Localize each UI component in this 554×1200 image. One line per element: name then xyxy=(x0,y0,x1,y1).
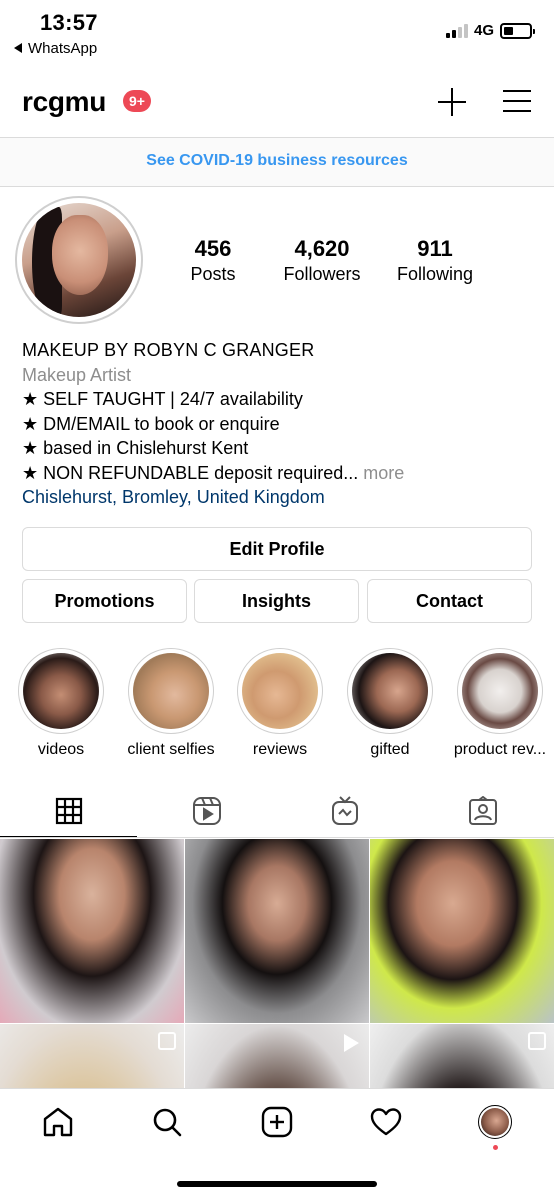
nav-home[interactable] xyxy=(41,1105,75,1139)
grid-icon xyxy=(55,797,83,825)
stat-label: Following xyxy=(396,264,474,284)
hamburger-menu-icon[interactable] xyxy=(503,90,531,112)
home-indicator[interactable] xyxy=(177,1181,377,1187)
bio-line: ★ DM/EMAIL to book or enquire xyxy=(22,413,280,434)
highlight-label: reviews xyxy=(252,741,308,758)
nav-search[interactable] xyxy=(150,1105,184,1139)
notification-badge: 9+ xyxy=(123,90,151,112)
grid-post[interactable] xyxy=(370,1024,554,1091)
profile-avatar[interactable] xyxy=(15,196,143,324)
profile-content-tabs xyxy=(0,785,554,837)
search-icon xyxy=(153,1108,182,1137)
back-to-app-link[interactable]: WhatsApp xyxy=(14,40,97,57)
heart-icon xyxy=(370,1108,402,1136)
bio-line: ★ based in Chislehurst Kent xyxy=(22,438,249,458)
nav-profile[interactable] xyxy=(478,1105,512,1139)
notification-dot xyxy=(493,1145,498,1150)
more-link[interactable]: more xyxy=(363,463,404,483)
covid-resources-link[interactable]: See COVID-19 business resources xyxy=(0,138,554,186)
banner-divider xyxy=(0,186,554,187)
grid-post[interactable] xyxy=(0,839,184,1023)
back-arrow-icon xyxy=(14,43,22,53)
tab-igtv[interactable] xyxy=(276,785,414,837)
profile-name: MAKEUP BY ROBYN C GRANGER xyxy=(22,340,315,360)
status-bar: 13:57 WhatsApp 4G xyxy=(0,0,554,68)
story-highlight-product-reviews[interactable]: product rev... xyxy=(445,648,554,759)
status-time: 13:57 xyxy=(40,10,98,35)
username-switcher[interactable]: rcgmu xyxy=(22,86,106,118)
back-app-label: WhatsApp xyxy=(28,40,98,57)
tab-posts-grid[interactable] xyxy=(0,785,138,837)
carousel-icon xyxy=(528,1032,546,1050)
battery-icon xyxy=(500,22,535,39)
highlight-label: videos xyxy=(37,741,85,758)
nav-new-post[interactable] xyxy=(260,1105,294,1139)
reels-icon xyxy=(193,797,221,825)
story-highlight-gifted[interactable]: gifted xyxy=(335,648,445,759)
carousel-icon xyxy=(158,1032,176,1050)
highlight-label: gifted xyxy=(370,741,410,758)
stat-followers[interactable]: 4,620 Followers xyxy=(268,236,376,285)
bio-line: ★ NON REFUNDABLE deposit required... xyxy=(22,462,359,483)
stat-posts[interactable]: 456 Posts xyxy=(160,236,266,285)
network-type: 4G xyxy=(473,22,494,39)
story-highlight-videos[interactable]: videos xyxy=(6,648,116,759)
tab-tagged[interactable] xyxy=(414,785,552,837)
bio-line: ★ SELF TAUGHT | 24/7 availability xyxy=(22,389,303,409)
tagged-icon xyxy=(469,796,497,825)
signal-icon xyxy=(445,23,468,38)
profile-avatar-icon xyxy=(481,1108,509,1136)
contact-button[interactable]: Contact xyxy=(367,579,532,623)
nav-activity[interactable] xyxy=(369,1105,403,1139)
tabs-divider xyxy=(0,837,554,838)
bio-line-truncated: ★ NON REFUNDABLE deposit required... mor… xyxy=(22,461,542,486)
stat-label: Posts xyxy=(190,264,236,284)
profile-category: Makeup Artist xyxy=(22,364,132,385)
stat-value: 4,620 xyxy=(294,236,350,261)
edit-profile-button[interactable]: Edit Profile xyxy=(22,527,532,571)
grid-post[interactable] xyxy=(370,839,554,1023)
plus-icon[interactable] xyxy=(438,88,466,116)
posts-grid xyxy=(0,839,554,1091)
location-link[interactable]: Chislehurst, Bromley, United Kingdom xyxy=(22,485,542,510)
stat-label: Followers xyxy=(283,264,361,284)
grid-post[interactable] xyxy=(185,1024,369,1091)
profile-header: rcgmu 9+ xyxy=(0,76,554,132)
highlight-label: client selfies xyxy=(127,741,215,758)
story-highlight-client-selfies[interactable]: client selfies xyxy=(116,648,226,759)
insights-button[interactable]: Insights xyxy=(194,579,359,623)
igtv-icon xyxy=(332,796,358,825)
profile-stats: 456 Posts 4,620 Followers 911 Following xyxy=(160,236,540,285)
stat-value: 456 xyxy=(194,236,232,261)
home-icon xyxy=(43,1107,73,1137)
story-highlight-reviews[interactable]: reviews xyxy=(225,648,335,759)
new-post-icon xyxy=(261,1106,293,1138)
grid-post[interactable] xyxy=(0,1024,184,1091)
profile-bio: MAKEUP BY ROBYN C GRANGER Makeup Artist … xyxy=(22,338,542,510)
highlight-label: product rev... xyxy=(453,741,547,758)
status-indicators: 4G xyxy=(445,22,535,39)
promotions-button[interactable]: Promotions xyxy=(22,579,187,623)
tab-reels[interactable] xyxy=(138,785,276,837)
grid-post[interactable] xyxy=(185,839,369,1023)
stat-following[interactable]: 911 Following xyxy=(376,236,494,285)
video-icon xyxy=(344,1034,359,1052)
stat-value: 911 xyxy=(417,236,453,261)
